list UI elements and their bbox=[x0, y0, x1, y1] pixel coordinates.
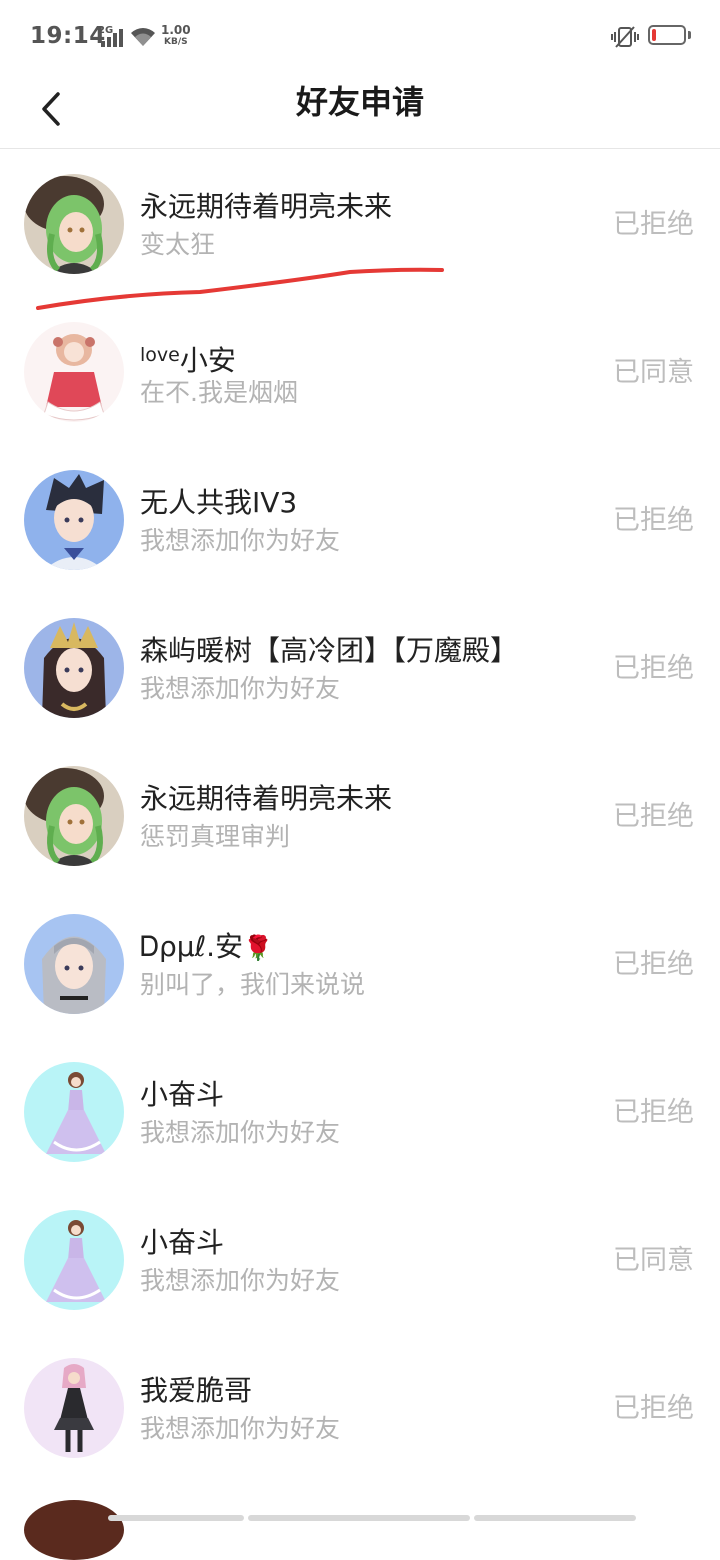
request-message: 我想添加你为好友 bbox=[140, 674, 341, 703]
request-row[interactable]: 永远期待着明亮未来 变太狂 已拒绝 bbox=[0, 149, 720, 297]
request-message: 变太狂 bbox=[140, 230, 216, 259]
friend-request-list: 永远期待着明亮未来 变太狂 已拒绝 love小安 在不.我是烟烟 已同意 无人共… bbox=[0, 149, 720, 1481]
request-message: 我想添加你为好友 bbox=[140, 1118, 341, 1147]
request-message: 我想添加你为好友 bbox=[140, 1266, 341, 1295]
gown-girl-avatar[interactable] bbox=[24, 1062, 124, 1162]
rose-emoji: 🌹 bbox=[243, 934, 273, 962]
request-status: 已拒绝 bbox=[613, 801, 694, 832]
request-message: 别叫了，我们来说说 bbox=[140, 970, 366, 999]
name-text: Ꭰρμℓ.安 bbox=[140, 930, 244, 963]
battery-icon bbox=[648, 25, 686, 45]
request-status: 已拒绝 bbox=[613, 949, 694, 980]
page-title: 好友申请 bbox=[295, 83, 424, 121]
network-speed: 1.00 KB/S bbox=[161, 24, 191, 48]
request-row[interactable]: 小奋斗 我想添加你为好友 已同意 bbox=[0, 1185, 720, 1333]
requester-name: 森屿暖树【高冷团】【万魔殿】 bbox=[140, 634, 519, 667]
green-hair-avatar[interactable] bbox=[24, 766, 124, 866]
bottom-bar-segment bbox=[474, 1515, 636, 1521]
request-row[interactable]: love小安 在不.我是烟烟 已同意 bbox=[0, 297, 720, 445]
request-status: 已拒绝 bbox=[613, 505, 694, 536]
requester-name: Ꭰρμℓ.安🌹 bbox=[140, 929, 273, 966]
black-dress-avatar[interactable] bbox=[24, 1358, 124, 1458]
request-message: 惩罚真理审判 bbox=[140, 822, 291, 851]
request-row[interactable]: Ꭰρμℓ.安🌹 别叫了，我们来说说 已拒绝 bbox=[0, 889, 720, 1037]
battery-nub bbox=[688, 31, 691, 39]
speed-unit: KB/S bbox=[164, 37, 188, 47]
request-row[interactable]: 森屿暖树【高冷团】【万魔殿】 我想添加你为好友 已拒绝 bbox=[0, 593, 720, 741]
pink-dress-avatar[interactable] bbox=[24, 322, 124, 422]
signal-icon bbox=[101, 29, 123, 47]
requester-name: love小安 bbox=[140, 337, 236, 379]
request-row[interactable]: 永远期待着明亮未来 惩罚真理审判 已拒绝 bbox=[0, 741, 720, 889]
requester-name: 永远期待着明亮未来 bbox=[140, 190, 393, 223]
requester-name: 永远期待着明亮未来 bbox=[140, 782, 393, 815]
request-status: 已同意 bbox=[613, 1245, 694, 1276]
request-status: 已拒绝 bbox=[613, 1393, 694, 1424]
request-status: 已同意 bbox=[613, 357, 694, 388]
top-bar: 好友申请 bbox=[0, 72, 720, 149]
request-message: 我想添加你为好友 bbox=[140, 526, 341, 555]
request-row[interactable]: 我爱脆哥 我想添加你为好友 已拒绝 bbox=[0, 1333, 720, 1481]
speed-value: 1.00 bbox=[161, 23, 191, 37]
silver-hair-avatar[interactable] bbox=[24, 914, 124, 1014]
request-row[interactable]: 无人共我IV3 我想添加你为好友 已拒绝 bbox=[0, 445, 720, 593]
requester-name: 小奋斗 bbox=[140, 1226, 225, 1259]
bottom-bar-segment bbox=[248, 1515, 470, 1521]
green-hair-avatar[interactable] bbox=[24, 174, 124, 274]
requester-name: 我爱脆哥 bbox=[140, 1374, 253, 1407]
request-status: 已拒绝 bbox=[613, 653, 694, 684]
name-superscript: love bbox=[140, 344, 180, 366]
status-time: 19:14 bbox=[30, 23, 106, 49]
battery-level bbox=[652, 29, 656, 41]
request-message: 在不.我是烟烟 bbox=[140, 378, 298, 407]
vibrate-icon bbox=[611, 26, 639, 48]
gown-girl-avatar[interactable] bbox=[24, 1210, 124, 1310]
requester-name: 小奋斗 bbox=[140, 1078, 225, 1111]
wifi-icon bbox=[131, 28, 155, 46]
crown-girl-avatar[interactable] bbox=[24, 618, 124, 718]
bottom-bar-segment bbox=[108, 1515, 244, 1521]
next-row-avatar[interactable] bbox=[24, 1500, 124, 1560]
dark-hair-boy-avatar[interactable] bbox=[24, 470, 124, 570]
status-bar: 19:14 2G 1.00 KB/S bbox=[0, 0, 720, 72]
requester-name: 无人共我IV3 bbox=[140, 486, 298, 519]
request-status: 已拒绝 bbox=[613, 209, 694, 240]
request-row[interactable]: 小奋斗 我想添加你为好友 已拒绝 bbox=[0, 1037, 720, 1185]
name-text: 小安 bbox=[179, 344, 236, 377]
request-status: 已拒绝 bbox=[613, 1097, 694, 1128]
request-message: 我想添加你为好友 bbox=[140, 1414, 341, 1443]
